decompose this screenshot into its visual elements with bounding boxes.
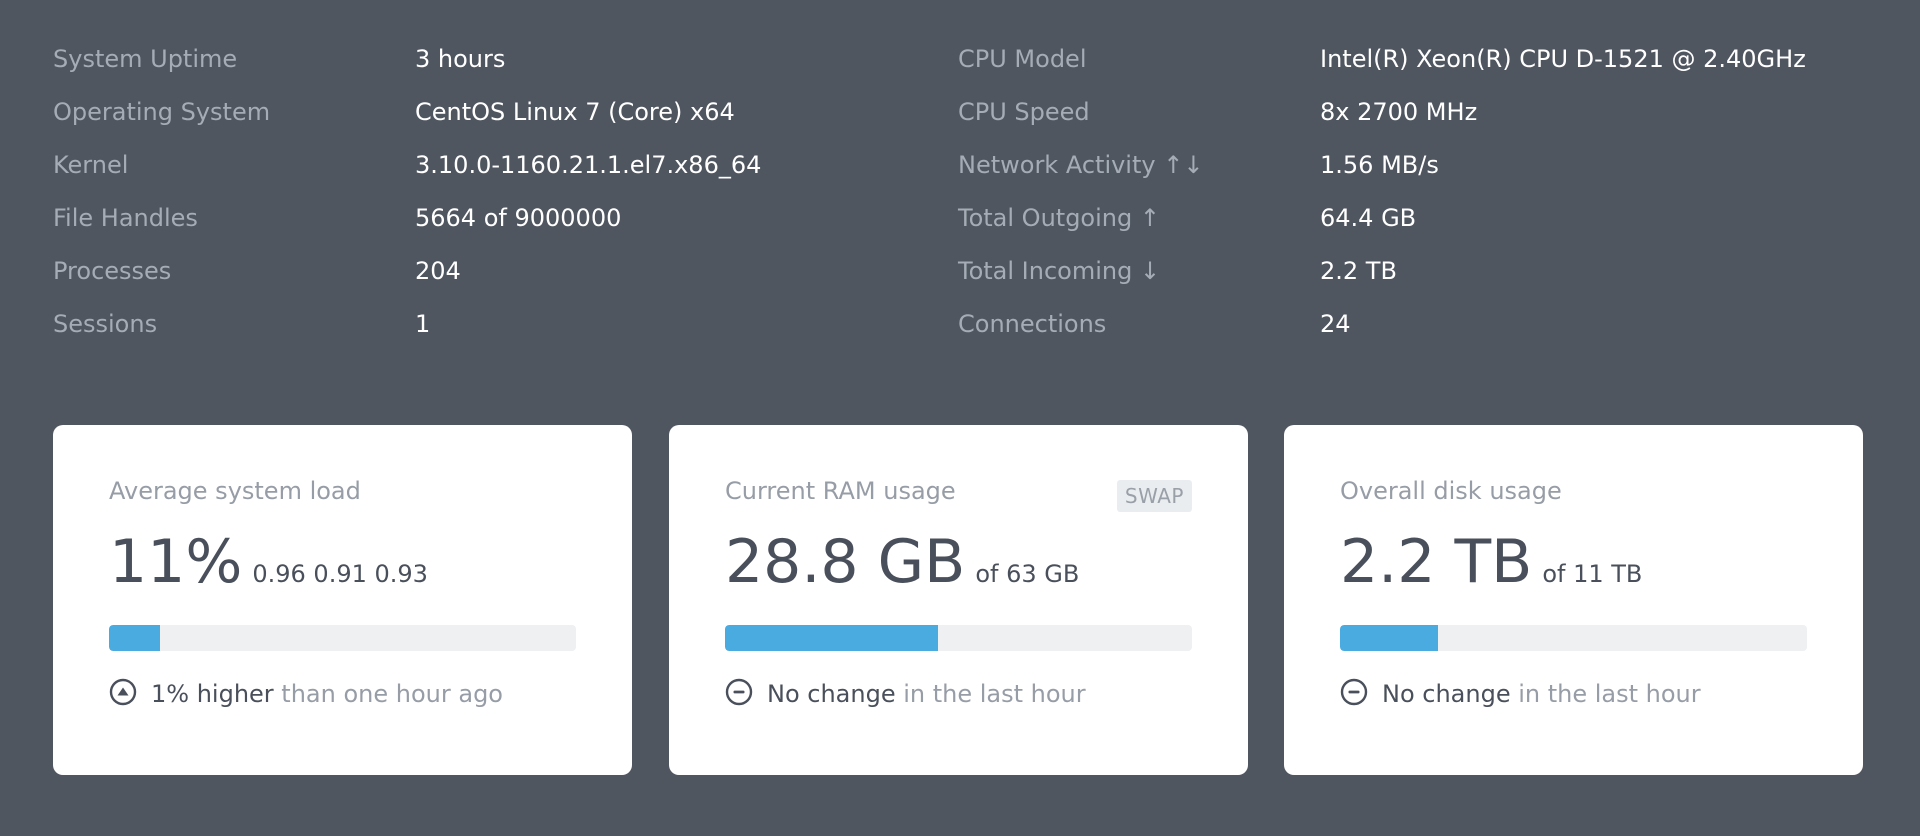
- card-metric: 28.8 GB of 63 GB: [725, 527, 1079, 597]
- info-value: 1: [415, 310, 431, 338]
- card-big-value: 11%: [109, 527, 243, 597]
- card-metric: 11% 0.96 0.91 0.93: [109, 527, 428, 597]
- info-label: File Handles: [53, 204, 198, 232]
- info-value: 5664 of 9000000: [415, 204, 622, 232]
- info-label: Sessions: [53, 310, 158, 338]
- minus-circle-icon: [725, 678, 753, 706]
- info-label: CPU Speed: [958, 98, 1090, 126]
- info-label: Total Incoming ↓: [958, 257, 1161, 285]
- info-label: Total Outgoing ↑: [958, 204, 1160, 232]
- info-value: 2.2 TB: [1320, 257, 1397, 285]
- progress-bar: [109, 625, 576, 651]
- info-label: Connections: [958, 310, 1107, 338]
- info-value: 24: [1320, 310, 1351, 338]
- info-value: 1.56 MB/s: [1320, 151, 1439, 179]
- info-label: CPU Model: [958, 45, 1087, 73]
- progress-bar-fill: [109, 625, 161, 651]
- info-value: 3.10.0-1160.21.1.el7.x86_64: [415, 151, 762, 179]
- trend-indicator: 1% higher than one hour ago: [109, 678, 503, 709]
- card-system-load: Average system load 11% 0.96 0.91 0.93 1%…: [53, 425, 632, 775]
- swap-toggle-button[interactable]: SWAP: [1116, 480, 1192, 512]
- card-disk-usage: Overall disk usage 2.2 TB of 11 TB No cha…: [1284, 425, 1863, 775]
- trend-strong-text: 1% higher: [151, 680, 274, 708]
- info-value: 8x 2700 MHz: [1320, 98, 1478, 126]
- progress-bar: [1340, 625, 1807, 651]
- info-label: Kernel: [53, 151, 129, 179]
- arrow-up-circle-icon: [109, 678, 137, 706]
- info-value: 64.4 GB: [1320, 204, 1417, 232]
- trend-light-text: in the last hour: [1510, 680, 1701, 708]
- info-value: 204: [415, 257, 461, 285]
- info-label: System Uptime: [53, 45, 238, 73]
- info-value: CentOS Linux 7 (Core) x64: [415, 98, 735, 126]
- progress-bar-fill: [1340, 625, 1439, 651]
- minus-circle-icon: [1340, 678, 1368, 706]
- card-title: Current RAM usage: [725, 477, 956, 505]
- trend-indicator: No change in the last hour: [725, 678, 1086, 709]
- card-sub-value: of 63 GB: [975, 560, 1080, 588]
- card-sub-value: of 11 TB: [1542, 560, 1643, 588]
- trend-light-text: in the last hour: [895, 680, 1086, 708]
- card-metric: 2.2 TB of 11 TB: [1340, 527, 1642, 597]
- card-ram-usage: Current RAM usage SWAP 28.8 GB of 63 GB N…: [669, 425, 1248, 775]
- card-title: Overall disk usage: [1340, 477, 1562, 505]
- card-big-value: 28.8 GB: [725, 527, 966, 597]
- trend-strong-text: No change: [1382, 680, 1511, 708]
- card-big-value: 2.2 TB: [1340, 527, 1533, 597]
- info-label: Network Activity ↑↓: [958, 151, 1204, 179]
- info-label: Operating System: [53, 98, 271, 126]
- info-value: Intel(R) Xeon(R) CPU D-1521 @ 2.40GHz: [1320, 45, 1806, 73]
- info-value: 3 hours: [415, 45, 506, 73]
- card-sub-value: 0.96 0.91 0.93: [252, 560, 428, 588]
- trend-indicator: No change in the last hour: [1340, 678, 1701, 709]
- info-label: Processes: [53, 257, 172, 285]
- card-title: Average system load: [109, 477, 361, 505]
- progress-bar-fill: [725, 625, 939, 651]
- trend-light-text: than one hour ago: [273, 680, 503, 708]
- progress-bar: [725, 625, 1192, 651]
- trend-strong-text: No change: [767, 680, 896, 708]
